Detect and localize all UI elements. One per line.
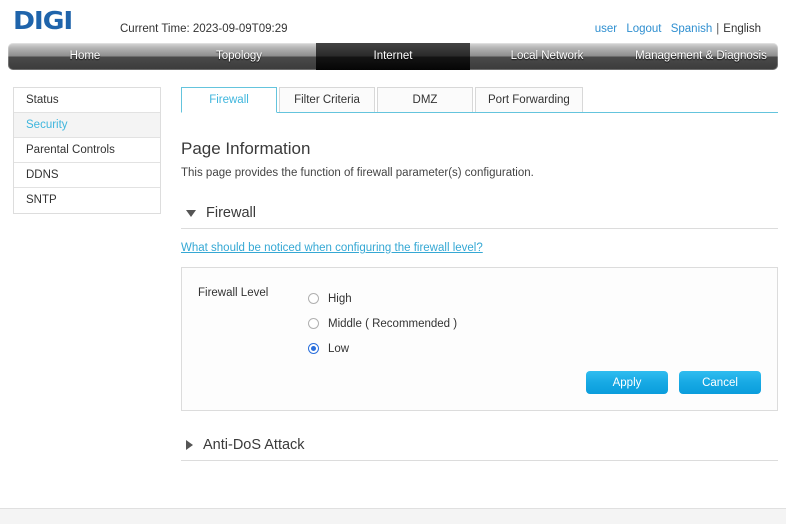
tab-dmz[interactable]: DMZ: [377, 87, 473, 112]
radio-option-high[interactable]: High: [308, 286, 457, 311]
antidos-section-title: Anti-DoS Attack: [203, 437, 305, 453]
antidos-section-header[interactable]: Anti-DoS Attack: [181, 437, 778, 461]
radio-label-middle: Middle ( Recommended ): [328, 317, 458, 330]
router-admin-page: DIGI Current Time: 2023-09-09T09:29 user…: [0, 0, 786, 524]
firewall-form-panel: Firewall Level High Middle ( Recommended…: [181, 267, 778, 411]
tab-port-forwarding[interactable]: Port Forwarding: [475, 87, 583, 112]
tab-firewall[interactable]: Firewall: [181, 87, 277, 113]
content-area: Firewall Filter Criteria DMZ Port Forwar…: [181, 87, 778, 461]
content-tabs: Firewall Filter Criteria DMZ Port Forwar…: [181, 87, 778, 113]
main-navigation: Home Topology Internet Local Network Man…: [8, 43, 778, 70]
sidebar-item-parental-controls[interactable]: Parental Controls: [14, 138, 160, 163]
cancel-button[interactable]: Cancel: [679, 371, 761, 394]
page-header: DIGI Current Time: 2023-09-09T09:29 user…: [0, 0, 786, 42]
firewall-section-title: Firewall: [206, 205, 256, 221]
nav-item-local-network[interactable]: Local Network: [470, 43, 624, 70]
firewall-section-header[interactable]: Firewall: [181, 205, 778, 229]
radio-option-middle[interactable]: Middle ( Recommended ): [308, 311, 457, 336]
sidebar-item-security[interactable]: Security: [14, 113, 160, 138]
page-description: This page provides the function of firew…: [181, 167, 534, 179]
firewall-notice-link[interactable]: What should be noticed when configuring …: [181, 242, 483, 254]
radio-label-high: High: [328, 292, 352, 305]
radio-option-low[interactable]: Low: [308, 336, 457, 361]
tab-filter-criteria[interactable]: Filter Criteria: [279, 87, 375, 112]
apply-button[interactable]: Apply: [586, 371, 668, 394]
nav-item-topology[interactable]: Topology: [162, 43, 316, 70]
sidebar-item-ddns[interactable]: DDNS: [14, 163, 160, 188]
firewall-level-label: Firewall Level: [198, 287, 269, 299]
language-spanish-link[interactable]: Spanish: [671, 23, 713, 35]
radio-icon-low[interactable]: [308, 343, 319, 354]
user-link[interactable]: user: [595, 23, 617, 35]
page-footer: [0, 508, 786, 524]
nav-item-management-diagnosis[interactable]: Management & Diagnosis: [624, 43, 778, 70]
sidebar-menu: Status Security Parental Controls DDNS S…: [13, 87, 161, 214]
radio-label-low: Low: [328, 342, 350, 355]
language-english-current: English: [723, 23, 761, 35]
chevron-down-icon: [186, 209, 196, 217]
chevron-right-icon: [186, 440, 193, 450]
nav-item-internet[interactable]: Internet: [316, 43, 470, 70]
nav-item-home[interactable]: Home: [8, 43, 162, 70]
antidos-section: Anti-DoS Attack: [181, 437, 778, 461]
firewall-level-field: Firewall Level High Middle ( Recommended…: [198, 286, 761, 361]
language-separator: |: [716, 23, 720, 35]
sidebar-item-status[interactable]: Status: [14, 88, 160, 113]
header-links: user Logout Spanish | English: [589, 23, 761, 35]
radio-icon-middle[interactable]: [308, 318, 319, 329]
logout-link[interactable]: Logout: [626, 23, 661, 35]
form-actions: Apply Cancel: [575, 371, 761, 394]
current-time-label: Current Time: 2023-09-09T09:29: [120, 23, 288, 35]
sidebar-item-sntp[interactable]: SNTP: [14, 188, 160, 213]
page-title: Page Information: [181, 139, 311, 158]
firewall-level-radio-group: High Middle ( Recommended ) Low: [308, 286, 457, 361]
digi-logo: DIGI: [13, 6, 73, 35]
firewall-section: Firewall What should be noticed when con…: [181, 205, 778, 411]
radio-icon-high[interactable]: [308, 293, 319, 304]
